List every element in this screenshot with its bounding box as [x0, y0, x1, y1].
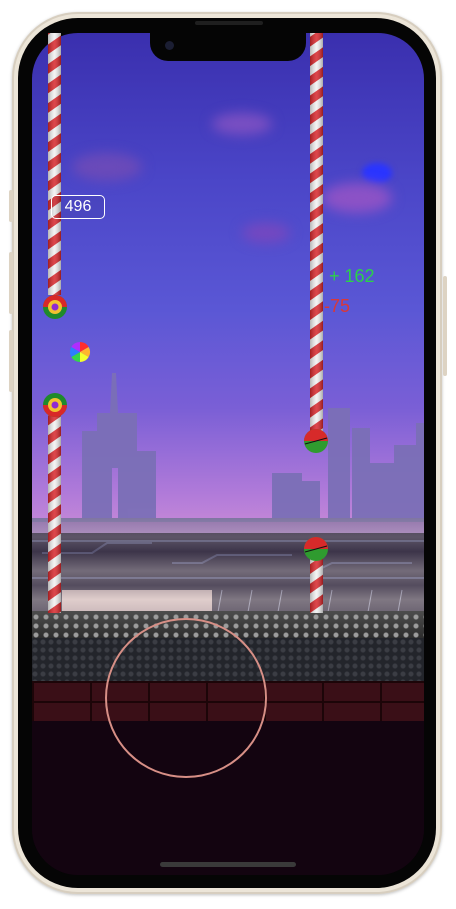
pole-left-top: [48, 33, 61, 295]
score-counter: 496: [51, 195, 105, 219]
pole-right-top: [310, 33, 323, 433]
rainbow-wheel-icon: [70, 342, 90, 362]
game-objects: [43, 33, 328, 613]
speaker-grille: [195, 21, 263, 25]
pole-left-bottom: [48, 413, 61, 613]
virtual-joystick[interactable]: [105, 618, 267, 778]
home-indicator[interactable]: [160, 862, 296, 867]
candy-ball-left-lower: [43, 393, 67, 417]
score-loss-popup: -75: [324, 296, 351, 316]
candy-ball-left-upper: [43, 295, 67, 319]
watermelon-ball-upper: [304, 429, 328, 453]
watermelon-ball-lower: [304, 537, 328, 561]
front-camera-icon: [165, 41, 174, 50]
pole-right-bottom: [310, 558, 323, 613]
score-gain-popup: + 162: [329, 266, 375, 286]
